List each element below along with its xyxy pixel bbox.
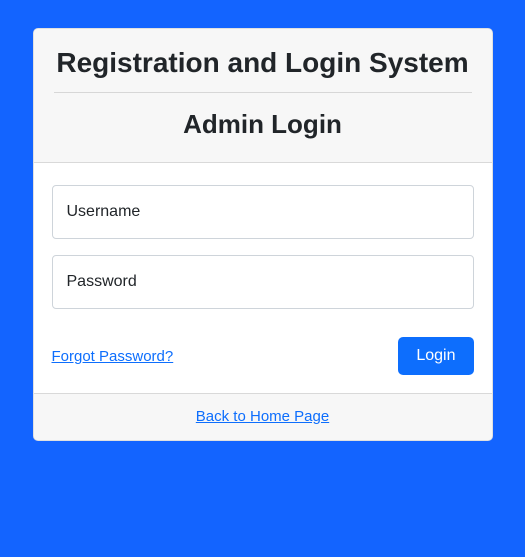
password-input[interactable] bbox=[52, 255, 474, 309]
header-divider bbox=[54, 92, 472, 93]
username-group bbox=[52, 185, 474, 239]
app-title: Registration and Login System bbox=[54, 45, 472, 80]
home-link[interactable]: Back to Home Page bbox=[196, 408, 329, 425]
username-input[interactable] bbox=[52, 185, 474, 239]
login-card: Registration and Login System Admin Logi… bbox=[33, 28, 493, 441]
card-header: Registration and Login System Admin Logi… bbox=[34, 29, 492, 163]
page-title: Admin Login bbox=[54, 109, 472, 140]
card-footer: Back to Home Page bbox=[34, 393, 492, 440]
password-group bbox=[52, 255, 474, 309]
forgot-password-link[interactable]: Forgot Password? bbox=[52, 348, 174, 365]
login-button[interactable]: Login bbox=[398, 337, 473, 375]
card-body: Forgot Password? Login bbox=[34, 163, 492, 393]
form-actions: Forgot Password? Login bbox=[52, 337, 474, 375]
